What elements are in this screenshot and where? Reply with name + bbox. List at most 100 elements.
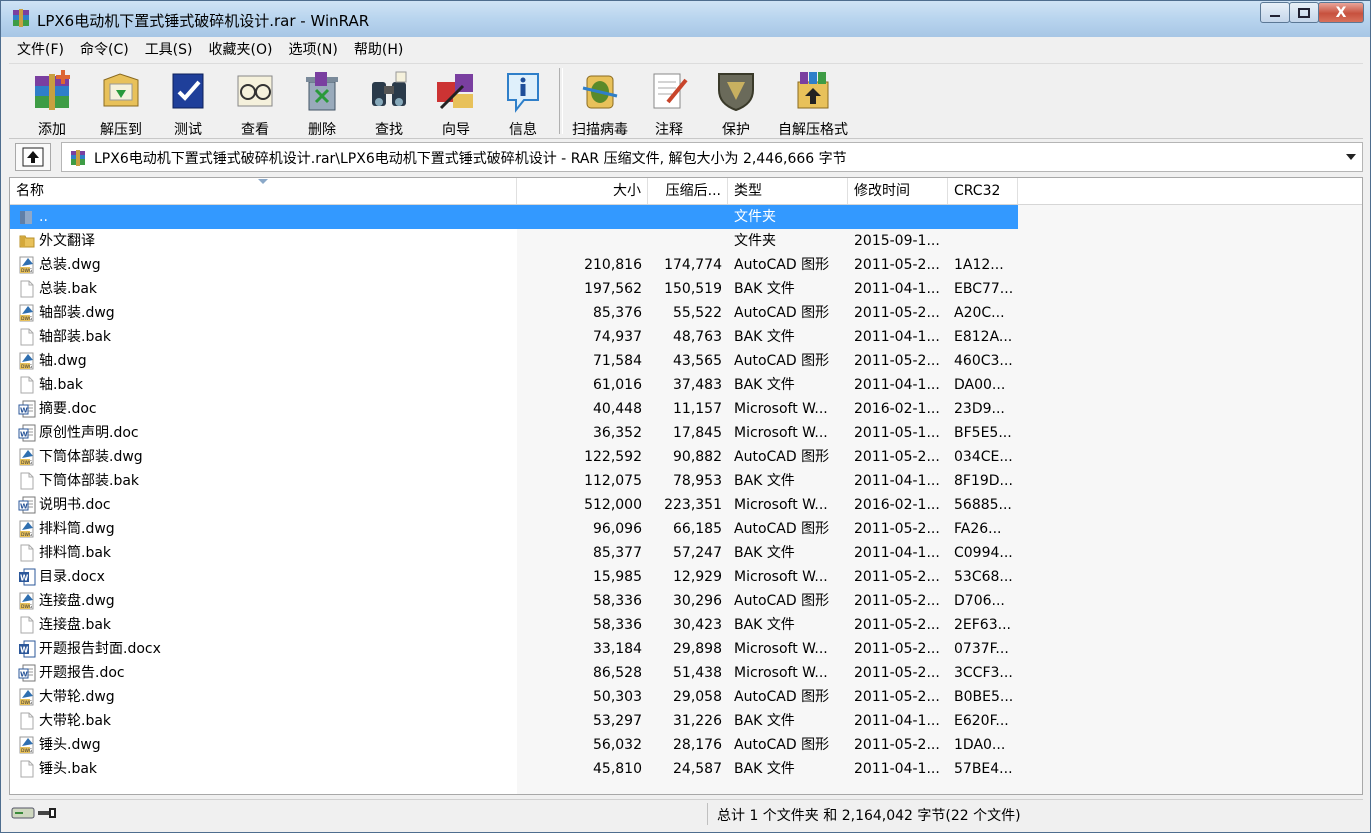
file-type: Microsoft W... — [734, 641, 828, 657]
file-size — [517, 229, 642, 253]
info-button[interactable]: 信息 — [490, 66, 556, 138]
file-row[interactable]: W 摘要.doc 40,448 11,157 Microsoft W... 2016-02… — [10, 397, 1018, 421]
file-modified: 2011-05-2... — [854, 641, 940, 657]
status-bar: 总计 1 个文件夹 和 2,164,042 字节(22 个文件) — [9, 799, 1363, 828]
svg-text:DWG: DWG — [21, 532, 33, 538]
menu-file[interactable]: 文件(F) — [9, 39, 72, 61]
autocad-file-icon: DWG — [19, 448, 34, 466]
column-name[interactable]: 名称 — [10, 178, 517, 204]
file-packed-size: 37,483 — [673, 377, 722, 393]
file-row[interactable]: W 开题报告封面.docx 33,184 29,898 Microsoft W... 20… — [10, 637, 1018, 661]
view-button[interactable]: 查看 — [222, 66, 288, 138]
word-document-icon: W — [18, 496, 36, 514]
file-row[interactable]: 轴部装.bak 74,937 48,763 BAK 文件 2011-04-1... E81… — [10, 325, 1018, 349]
file-row[interactable]: W 原创性声明.doc 36,352 17,845 Microsoft W... 2011… — [10, 421, 1018, 445]
file-size: 56,032 — [593, 737, 642, 753]
file-row[interactable]: W 开题报告.doc 86,528 51,438 Microsoft W... 2011-… — [10, 661, 1018, 685]
menu-favorites[interactable]: 收藏夹(O) — [201, 39, 281, 61]
column-modified[interactable]: 修改时间 — [848, 178, 948, 204]
file-name: 大带轮.bak — [39, 713, 112, 729]
file-row[interactable]: DWG 锤头.dwg 56,032 28,176 AutoCAD 图形 2011-05-2… — [10, 733, 1018, 757]
maximize-button[interactable] — [1289, 2, 1319, 23]
file-row[interactable]: DWG 轴部装.dwg 85,376 55,522 AutoCAD 图形 2011-05-… — [10, 301, 1018, 325]
file-name: 轴部装.dwg — [39, 305, 115, 321]
file-row[interactable]: 外文翻译 文件夹 2015-09-1... — [10, 229, 1018, 253]
delete-button[interactable]: 删除 — [289, 66, 355, 138]
drive-icon — [11, 807, 35, 819]
info-label: 信息 — [509, 122, 537, 138]
file-crc — [954, 229, 1018, 253]
file-name: 开题报告.doc — [39, 665, 125, 681]
file-row[interactable]: 锤头.bak 45,810 24,587 BAK 文件 2011-04-1... 57BE… — [10, 757, 1018, 781]
column-size[interactable]: 大小 — [517, 178, 648, 204]
extract-to-button[interactable]: 解压到 — [88, 66, 154, 138]
file-packed-size: 66,185 — [673, 521, 722, 537]
menu-help[interactable]: 帮助(H) — [346, 39, 411, 61]
path-dropdown-icon[interactable] — [1346, 154, 1356, 160]
file-modified: 2011-05-2... — [854, 689, 940, 705]
file-size: 86,528 — [593, 665, 642, 681]
file-row[interactable]: W 目录.docx 15,985 12,929 Microsoft W... 2011-0… — [10, 565, 1018, 589]
file-modified: 2011-04-1... — [854, 713, 940, 729]
file-packed-size: 150,519 — [664, 281, 722, 297]
extract-to-label: 解压到 — [100, 122, 142, 138]
file-row[interactable]: DWG 总装.dwg 210,816 174,774 AutoCAD 图形 2011-05… — [10, 253, 1018, 277]
parent-directory-row[interactable]: .. 文件夹 — [10, 205, 1018, 229]
minimize-button[interactable] — [1260, 2, 1290, 23]
file-modified: 2011-05-2... — [854, 449, 940, 465]
file-modified: 2011-05-2... — [854, 305, 940, 321]
word-document-icon: W — [18, 400, 36, 418]
column-crc[interactable]: CRC32 — [948, 178, 1018, 204]
file-packed-size: 24,587 — [673, 761, 722, 777]
svg-text:DWG: DWG — [21, 700, 33, 706]
path-field[interactable]: LPX6电动机下置式锤式破碎机设计.rar\LPX6电动机下置式锤式破碎机设计 … — [61, 142, 1363, 172]
comment-button[interactable]: 注释 — [636, 66, 702, 138]
file-row[interactable]: DWG 排料筒.dwg 96,096 66,185 AutoCAD 图形 2011-05-… — [10, 517, 1018, 541]
sfx-button[interactable]: 自解压格式 — [767, 66, 859, 138]
autocad-file-icon: DWG — [19, 736, 34, 754]
column-type[interactable]: 类型 — [728, 178, 848, 204]
file-size: 122,592 — [584, 449, 642, 465]
file-row[interactable]: 总装.bak 197,562 150,519 BAK 文件 2011-04-1... EB… — [10, 277, 1018, 301]
window-controls: X — [1260, 2, 1364, 24]
sfx-icon — [797, 72, 829, 109]
file-row[interactable]: W 说明书.doc 512,000 223,351 Microsoft W... 2016… — [10, 493, 1018, 517]
up-one-level-button[interactable] — [15, 143, 51, 171]
file-modified: 2011-05-2... — [854, 353, 940, 369]
menu-options[interactable]: 选项(N) — [280, 39, 345, 61]
maximize-icon — [1298, 7, 1310, 18]
autocad-file-icon: DWG — [19, 520, 34, 538]
column-size-label: 大小 — [613, 183, 641, 199]
file-row[interactable]: DWG 大带轮.dwg 50,303 29,058 AutoCAD 图形 2011-05-… — [10, 685, 1018, 709]
file-row[interactable]: 大带轮.bak 53,297 31,226 BAK 文件 2011-04-1... E62… — [10, 709, 1018, 733]
menu-tools[interactable]: 工具(S) — [137, 39, 201, 61]
close-button[interactable]: X — [1318, 2, 1364, 23]
column-packed[interactable]: 压缩后... — [648, 178, 728, 204]
file-row[interactable]: 连接盘.bak 58,336 30,423 BAK 文件 2011-05-2... 2EF… — [10, 613, 1018, 637]
file-row[interactable]: 排料筒.bak 85,377 57,247 BAK 文件 2011-04-1... C09… — [10, 541, 1018, 565]
parent-folder-icon — [20, 211, 32, 224]
word-document-icon: W — [18, 664, 36, 682]
menu-commands[interactable]: 命令(C) — [72, 39, 137, 61]
title-bar[interactable]: LPX6电动机下置式锤式破碎机设计.rar - WinRAR X — [1, 1, 1370, 37]
file-row[interactable]: 轴.bak 61,016 37,483 BAK 文件 2011-04-1... DA00.… — [10, 373, 1018, 397]
file-type: Microsoft W... — [734, 401, 828, 417]
minimize-icon — [1270, 14, 1280, 17]
file-row[interactable]: DWG 连接盘.dwg 58,336 30,296 AutoCAD 图形 2011-05-… — [10, 589, 1018, 613]
file-row[interactable]: 下筒体部装.bak 112,075 78,953 BAK 文件 2011-04-1...… — [10, 469, 1018, 493]
file-size: 50,303 — [593, 689, 642, 705]
file-modified — [854, 205, 948, 229]
file-row[interactable]: DWG 轴.dwg 71,584 43,565 AutoCAD 图形 2011-05-2.… — [10, 349, 1018, 373]
autocad-file-icon: DWG — [19, 688, 34, 706]
test-label: 测试 — [174, 122, 202, 138]
protect-button[interactable]: 保护 — [703, 66, 769, 138]
add-button[interactable]: 添加 — [19, 66, 85, 138]
file-row[interactable]: DWG 下筒体部装.dwg 122,592 90,882 AutoCAD 图形 2011-… — [10, 445, 1018, 469]
find-button[interactable]: 查找 — [356, 66, 422, 138]
test-button[interactable]: 测试 — [155, 66, 221, 138]
wizard-button[interactable]: 向导 — [423, 66, 489, 138]
window-title: LPX6电动机下置式锤式破碎机设计.rar - WinRAR — [37, 12, 370, 30]
virus-scan-button[interactable]: 扫描病毒 — [565, 66, 635, 138]
address-bar: LPX6电动机下置式锤式破碎机设计.rar\LPX6电动机下置式锤式破碎机设计 … — [9, 139, 1363, 175]
file-crc: 1DA0... — [954, 737, 1006, 753]
